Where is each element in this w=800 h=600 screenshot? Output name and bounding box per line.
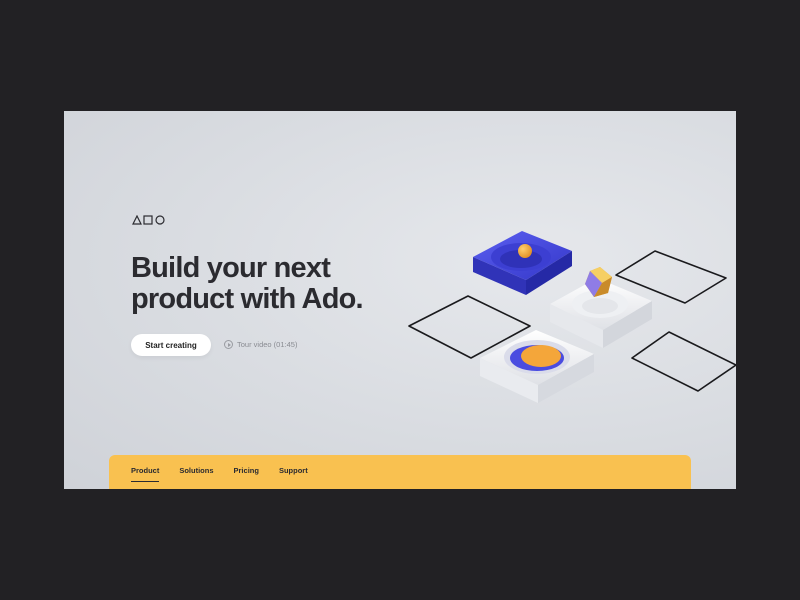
nav-item-solutions[interactable]: Solutions xyxy=(179,466,213,482)
nav-item-support[interactable]: Support xyxy=(279,466,308,482)
tour-video-link[interactable]: Tour video (01:45) xyxy=(224,340,297,349)
hero-section: Build your next product with Ado. Start … xyxy=(64,111,736,489)
hero-3d-illustration xyxy=(408,231,736,403)
ado-logo[interactable] xyxy=(132,215,166,225)
orange-ball xyxy=(518,244,532,258)
white-box-front xyxy=(480,330,594,403)
start-creating-button[interactable]: Start creating xyxy=(131,334,211,356)
tour-video-label: Tour video (01:45) xyxy=(237,340,298,349)
nav-items: Product Solutions Pricing Support xyxy=(131,466,328,482)
headline-line-2: product with Ado. xyxy=(131,283,364,315)
outline-tile-bottom-right xyxy=(631,331,736,392)
hero-headline: Build your next product with Ado. xyxy=(131,253,411,315)
logo-shapes-icon xyxy=(132,215,165,225)
nav-item-pricing[interactable]: Pricing xyxy=(234,466,259,482)
orange-disc xyxy=(521,345,561,367)
play-circle-icon xyxy=(224,340,233,349)
headline-line-1: Build your next xyxy=(131,252,331,284)
white-box-right xyxy=(550,267,652,348)
blue-box xyxy=(473,231,572,295)
bottom-nav-bar: Product Solutions Pricing Support xyxy=(109,455,691,489)
nav-item-product[interactable]: Product xyxy=(131,466,160,482)
